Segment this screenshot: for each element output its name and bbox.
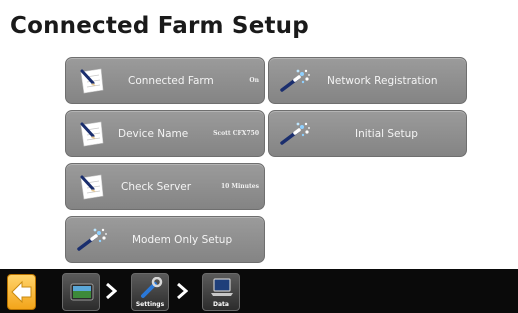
wrench-icon bbox=[141, 277, 163, 298]
device-name-button[interactable]: Device Name Scott CFX750 bbox=[65, 110, 265, 157]
back-button[interactable] bbox=[7, 274, 36, 310]
notepad-pencil-icon bbox=[80, 121, 104, 147]
data-breadcrumb-label: Data bbox=[213, 301, 229, 308]
initial-setup-label: Initial Setup bbox=[355, 127, 418, 140]
settings-breadcrumb[interactable]: Settings bbox=[131, 273, 169, 311]
magic-wand-icon bbox=[280, 122, 310, 145]
modem-only-setup-button[interactable]: Modem Only Setup bbox=[65, 216, 265, 263]
notepad-pencil-icon bbox=[80, 68, 104, 94]
notepad-pencil-icon bbox=[80, 174, 104, 200]
initial-setup-button[interactable]: Initial Setup bbox=[268, 110, 467, 157]
chevron-right-icon bbox=[106, 282, 117, 300]
connected-farm-button[interactable]: Connected Farm On bbox=[65, 57, 265, 104]
modem-only-setup-label: Modem Only Setup bbox=[132, 233, 233, 246]
back-arrow-icon bbox=[11, 280, 32, 304]
magic-wand-icon bbox=[280, 69, 310, 92]
device-name-label: Device Name bbox=[118, 127, 189, 140]
network-registration-button[interactable]: Network Registration bbox=[268, 57, 467, 104]
magic-wand-icon bbox=[77, 228, 107, 251]
data-breadcrumb[interactable]: Data bbox=[202, 273, 240, 311]
page-title: Connected Farm Setup bbox=[10, 13, 309, 39]
laptop-icon bbox=[211, 278, 233, 296]
display-home-icon bbox=[70, 283, 94, 301]
device-name-value: Scott CFX750 bbox=[213, 130, 259, 137]
chevron-right-icon bbox=[177, 282, 188, 300]
check-server-interval: 10 Minutes bbox=[220, 183, 259, 190]
network-registration-label: Network Registration bbox=[327, 74, 438, 87]
home-breadcrumb[interactable] bbox=[62, 273, 100, 311]
connected-farm-status: On bbox=[249, 77, 259, 84]
check-server-label: Check Server bbox=[121, 180, 192, 193]
settings-breadcrumb-label: Settings bbox=[135, 301, 165, 308]
connected-farm-label: Connected Farm bbox=[128, 74, 214, 87]
check-server-button[interactable]: Check Server 10 Minutes bbox=[65, 163, 265, 210]
